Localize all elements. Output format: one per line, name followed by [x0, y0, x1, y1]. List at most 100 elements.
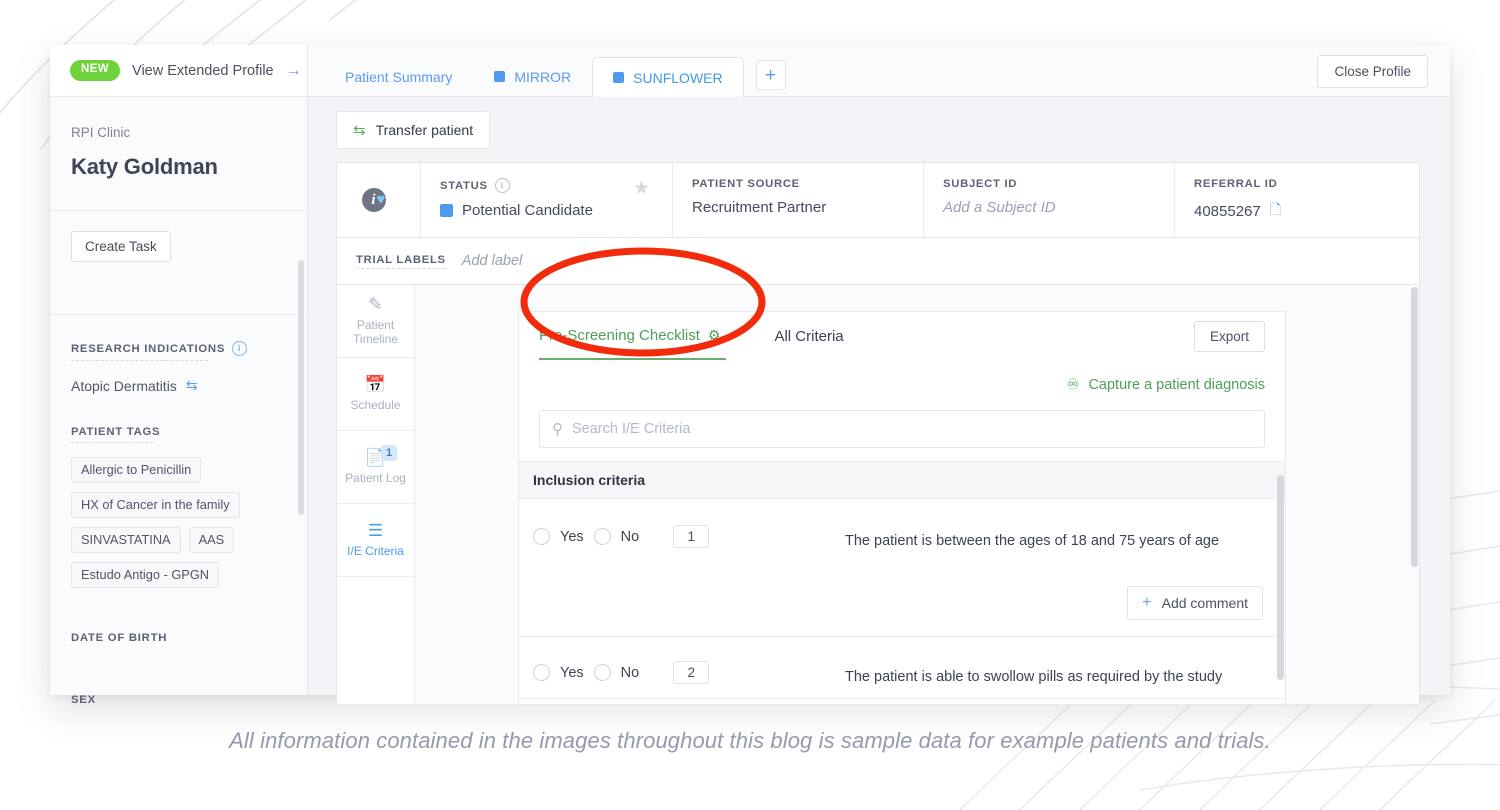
info-cell-label: SUBJECT ID	[943, 178, 1174, 190]
patient-name: Katy Goldman	[50, 140, 307, 180]
criteria-row: Yes No 2 The patient is able to swollow …	[519, 637, 1285, 699]
tab-mirror[interactable]: MIRROR	[473, 56, 592, 96]
patient-tags-heading-label: PATIENT TAGS	[71, 426, 160, 438]
subject-id-input[interactable]: Add a Subject ID	[943, 199, 1174, 216]
vnav-item-schedule[interactable]: 📅 Schedule	[337, 358, 414, 431]
date-of-birth-section: DATE OF BIRTH	[50, 588, 307, 644]
transfer-toolbar: ⇆ Transfer patient	[308, 97, 1450, 149]
patient-tag[interactable]: HX of Cancer in the family	[71, 492, 240, 518]
search-criteria-box[interactable]: ⚲ Search I/E Criteria	[539, 410, 1265, 448]
tab-label: MIRROR	[514, 69, 571, 85]
plus-icon[interactable]: +	[756, 60, 786, 90]
patient-tag[interactable]: Estudo Antigo - GPGN	[71, 562, 219, 588]
yes-label: Yes	[560, 665, 584, 681]
tab-all-criteria[interactable]: All Criteria	[774, 312, 843, 360]
gear-icon[interactable]: ⚙	[708, 327, 721, 344]
status-value: Potential Candidate	[462, 202, 593, 219]
export-button[interactable]: Export	[1194, 321, 1265, 352]
add-comment-label: Add comment	[1162, 595, 1248, 611]
patient-tags-section: PATIENT TAGS Allergic to Penicillin HX o…	[50, 394, 307, 588]
sidebar-scrollbar-thumb[interactable]	[298, 260, 304, 515]
star-icon[interactable]: ★	[633, 177, 650, 200]
trial-tabbar: Patient Summary MIRROR SUNFLOWER + Close…	[308, 45, 1450, 97]
search-icon: ⚲	[552, 420, 563, 438]
criteria-comment-row: + Add comment	[519, 570, 1285, 626]
tab-label: SUNFLOWER	[633, 70, 722, 86]
patient-tags-list: Allergic to Penicillin	[71, 457, 296, 483]
criteria-card-tabs: Pre-Screening Checklist ⚙ All Criteria E…	[519, 312, 1285, 360]
vnav-item-ie-criteria[interactable]: ☰ I/E Criteria	[337, 504, 414, 577]
yes-label: Yes	[560, 529, 584, 545]
calendar-icon: 📅	[365, 376, 386, 393]
view-extended-profile-label: View Extended Profile	[132, 63, 274, 79]
vnav-label: I/E Criteria	[347, 544, 404, 558]
vnav-item-patient-log[interactable]: 📄 1 Patient Log	[337, 431, 414, 504]
info-cell-patient-source[interactable]: PATIENT SOURCE Recruitment Partner	[673, 163, 924, 237]
radio-icon[interactable]	[533, 664, 550, 681]
inclusion-criteria-header: Inclusion criteria	[519, 461, 1285, 499]
plus-icon: +	[1142, 595, 1151, 611]
info-icon[interactable]: i	[232, 341, 247, 356]
criteria-panel-area: Pre-Screening Checklist ⚙ All Criteria E…	[415, 285, 1419, 704]
research-indications-section: RESEARCH INDICATIONS i Atopic Dermatitis…	[50, 315, 307, 394]
info-cell-subject-id[interactable]: SUBJECT ID Add a Subject ID	[924, 163, 1175, 237]
pencil-icon: ✎	[368, 296, 382, 313]
criteria-answer-yes[interactable]: Yes	[519, 664, 594, 681]
trial-labels-row: TRIAL LABELS Add label	[336, 238, 1420, 285]
tab-sunflower[interactable]: SUNFLOWER	[592, 57, 743, 97]
transfer-icon: ⇆	[353, 121, 366, 139]
panel-scrollbar-thumb[interactable]	[1411, 287, 1418, 567]
criteria-card: Pre-Screening Checklist ⚙ All Criteria E…	[518, 311, 1286, 705]
view-extended-profile-row[interactable]: NEW View Extended Profile →	[50, 45, 307, 97]
panel-scrollbar[interactable]	[1411, 287, 1418, 703]
patient-tag[interactable]: SINVASTATINA	[71, 527, 181, 553]
info-cell-referral-id: REFERRAL ID 40855267 🗋	[1175, 163, 1419, 237]
criteria-answer-no[interactable]: No	[594, 664, 650, 681]
radio-icon[interactable]	[533, 528, 550, 545]
vnav-label: Patient Timeline	[337, 318, 414, 346]
tab-label: All Criteria	[774, 328, 843, 345]
patient-tag[interactable]: AAS	[189, 527, 235, 553]
main-region: Patient Summary MIRROR SUNFLOWER + Close…	[308, 45, 1450, 695]
tab-label: Patient Summary	[345, 69, 452, 85]
patient-info-heart-icon: i ♥	[362, 186, 396, 214]
vnav-label: Schedule	[350, 398, 400, 412]
no-label: No	[621, 529, 640, 545]
list-icon: ☰	[368, 522, 383, 539]
tab-patient-summary[interactable]: Patient Summary	[324, 56, 473, 96]
criteria-number: 2	[673, 661, 709, 684]
sidebar-scrollbar[interactable]	[298, 45, 304, 695]
radio-icon[interactable]	[594, 664, 611, 681]
criteria-list-scrollbar-thumb[interactable]	[1277, 475, 1284, 680]
patient-tags-heading: PATIENT TAGS	[71, 426, 307, 438]
create-task-button[interactable]: Create Task	[71, 231, 171, 262]
copy-icon[interactable]: 🗋	[1270, 199, 1281, 223]
criteria-answer-yes[interactable]: Yes	[519, 528, 594, 545]
swap-icon[interactable]: ⇆	[186, 377, 198, 394]
radio-icon[interactable]	[594, 528, 611, 545]
tab-color-square	[494, 71, 505, 82]
search-input[interactable]: Search I/E Criteria	[572, 421, 690, 437]
tab-pre-screening-checklist[interactable]: Pre-Screening Checklist ⚙	[539, 312, 726, 360]
info-icon[interactable]: i	[495, 178, 510, 193]
heading-underline	[71, 360, 208, 361]
patient-info-strip: i ♥ STATUS i Potential Candidate ★ PATIE…	[336, 162, 1420, 238]
content-panel: ✎ Patient Timeline 📅 Schedule 📄 1 Patien…	[336, 285, 1420, 705]
add-label-input[interactable]: Add label	[462, 253, 522, 269]
info-cell-label: PATIENT SOURCE	[692, 178, 923, 190]
transfer-patient-button[interactable]: ⇆ Transfer patient	[336, 111, 490, 149]
tab-label: Pre-Screening Checklist	[539, 327, 700, 344]
app-window: NEW View Extended Profile → RPI Clinic K…	[50, 45, 1450, 695]
content-vertical-nav: ✎ Patient Timeline 📅 Schedule 📄 1 Patien…	[337, 285, 415, 704]
vnav-item-patient-timeline[interactable]: ✎ Patient Timeline	[337, 285, 414, 358]
info-cell-status[interactable]: STATUS i Potential Candidate ★	[421, 163, 673, 237]
close-profile-button[interactable]: Close Profile	[1317, 55, 1428, 88]
capture-patient-diagnosis-link[interactable]: ♾ Capture a patient diagnosis	[1066, 377, 1265, 393]
criteria-list-scrollbar[interactable]	[1277, 475, 1284, 705]
criteria-answer-no[interactable]: No	[594, 528, 650, 545]
add-comment-button[interactable]: + Add comment	[1127, 586, 1263, 620]
patient-sidebar: NEW View Extended Profile → RPI Clinic K…	[50, 45, 308, 695]
research-indication-item[interactable]: Atopic Dermatitis ⇆	[71, 377, 307, 394]
patient-tag[interactable]: Allergic to Penicillin	[71, 457, 201, 483]
no-label: No	[621, 665, 640, 681]
